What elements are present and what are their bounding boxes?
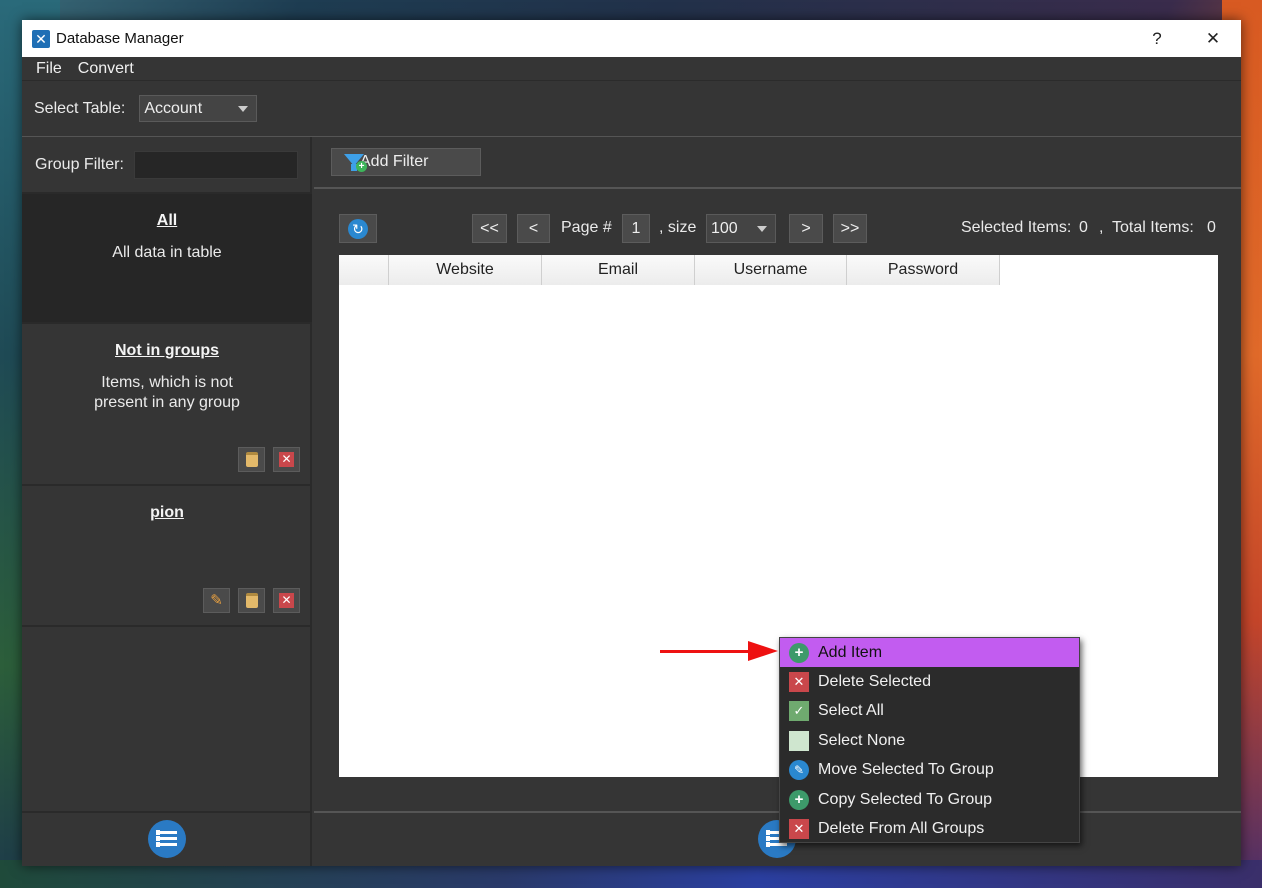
refresh-button[interactable]: ↻ [339,214,377,243]
menu-convert[interactable]: Convert [70,60,142,78]
column-header-website[interactable]: Website [389,255,542,285]
title-bar: ✕ Database Manager ? ✕ [22,20,1241,57]
pager: ↻ << < Page # 1 , size 100 > >> Selected… [314,214,1241,244]
groups-footer [22,811,312,866]
size-label: , size [659,219,697,236]
list-icon [156,830,177,847]
delete-group-button[interactable]: ✕ [273,447,300,472]
menu-select-none[interactable]: Select None [780,726,1079,755]
database-manager-window: ✕ Database Manager ? ✕ File Convert Sele… [22,20,1241,866]
check-icon: ✓ [789,701,809,722]
page-number-input[interactable]: 1 [622,214,650,243]
page-size-value: 100 [711,219,738,237]
column-header-password[interactable]: Password [847,255,1000,285]
refresh-icon: ↻ [348,218,368,239]
data-panel: + Add Filter ↻ << < Page # 1 , size 100 … [314,137,1241,866]
total-items-label: Total Items: [1112,219,1194,236]
help-button[interactable]: ? [1129,20,1185,57]
menu-select-all[interactable]: ✓ Select All [780,697,1079,726]
delete-icon: ✕ [789,672,809,693]
context-menu: + Add Item ✕ Delete Selected ✓ Select Al… [779,637,1080,843]
pencil-icon: ✎ [210,592,223,609]
window-title: Database Manager [56,30,184,47]
group-name: Not in groups [115,342,219,359]
add-icon: + [789,789,809,810]
delete-icon: ✕ [789,819,809,840]
add-filter-label: Add Filter [360,153,429,170]
menu-bar: File Convert [22,57,1241,81]
select-table-value: Account [144,99,203,117]
menu-delete-selected[interactable]: ✕ Delete Selected [780,667,1079,696]
delete-icon: ✕ [279,593,294,608]
group-card-all[interactable]: All All data in table [22,194,312,324]
app-logo-icon: ✕ [32,29,50,48]
menu-add-item[interactable]: + Add Item [780,638,1079,668]
copy-group-button[interactable] [238,447,265,472]
group-filter-row: Group Filter: [22,137,310,194]
add-icon: + [789,642,809,663]
row-selector-header [339,255,389,285]
group-name: All [156,212,178,229]
group-description: Items, which is not present in any group [94,374,240,411]
page-label: Page # [561,219,612,236]
menu-file[interactable]: File [28,60,70,78]
data-footer [314,811,1241,866]
last-page-button[interactable]: >> [833,214,867,243]
group-card-not-in-groups[interactable]: Not in groups Items, which is not presen… [22,324,312,486]
group-name: pion [150,504,184,521]
clipboard-icon [245,593,258,608]
group-filter-input[interactable] [133,150,298,179]
groups-panel: Group Filter: All All data in table Not … [22,137,312,866]
first-page-button[interactable]: << [472,214,507,243]
group-description: All data in table [112,244,222,261]
table-select-row: Select Table: Account [22,81,1241,137]
selected-items-label: Selected Items: [961,219,1072,236]
column-header-email[interactable]: Email [542,255,695,285]
close-button[interactable]: ✕ [1185,20,1241,57]
delete-group-button[interactable]: ✕ [273,588,300,613]
chevron-down-icon [238,106,249,112]
menu-copy-selected-to-group[interactable]: + Copy Selected To Group [780,785,1079,814]
plus-icon: + [356,161,367,172]
column-header-username[interactable]: Username [695,255,847,285]
total-items-value: 0 [1207,219,1216,236]
pencil-icon: ✎ [789,760,809,781]
annotation-arrow-line [660,650,758,653]
menu-delete-from-all-groups[interactable]: ✕ Delete From All Groups [780,814,1079,843]
selected-items-value: 0 [1079,219,1088,236]
items-separator: , [1099,219,1104,236]
chevron-down-icon [757,226,767,232]
group-filter-label: Group Filter: [35,155,124,173]
filter-row: + Add Filter [314,137,1241,189]
next-page-button[interactable]: > [789,214,823,243]
delete-icon: ✕ [279,452,294,467]
menu-move-selected-to-group[interactable]: ✎ Move Selected To Group [780,756,1079,785]
empty-box-icon [789,730,809,751]
clipboard-icon [245,452,258,467]
annotation-arrow-icon [748,641,778,661]
table-header: Website Email Username Password [339,255,1000,285]
page-size-dropdown[interactable]: 100 [706,214,776,243]
group-menu-button[interactable] [148,820,186,858]
group-card-pion[interactable]: pion ✎ ✕ [22,486,312,627]
prev-page-button[interactable]: < [517,214,550,243]
copy-group-button[interactable] [238,588,265,613]
add-filter-button[interactable]: + Add Filter [331,148,481,176]
select-table-dropdown[interactable]: Account [139,95,258,122]
edit-group-button[interactable]: ✎ [203,588,230,613]
select-table-label: Select Table: [34,99,126,117]
